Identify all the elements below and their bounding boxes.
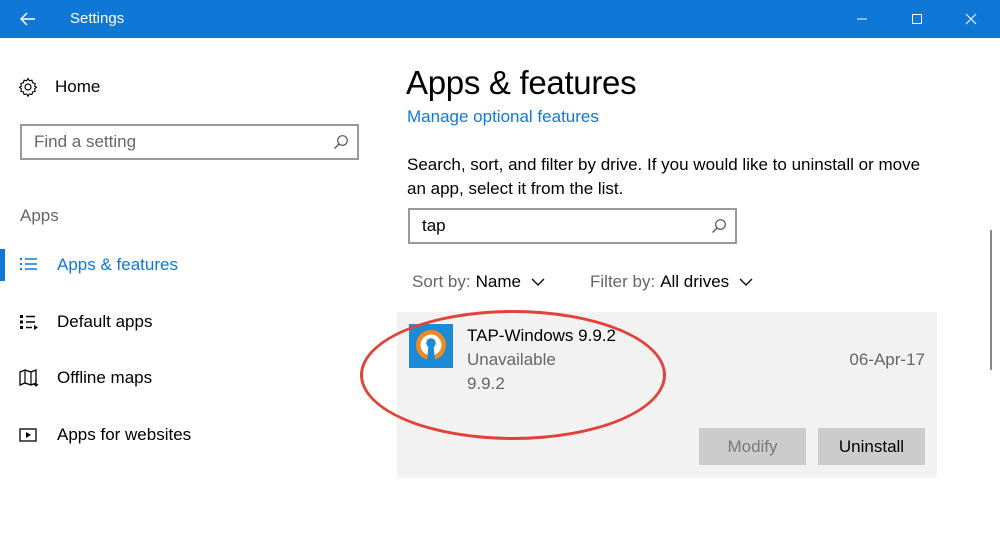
modify-button: Modify [699, 428, 806, 465]
app-install-date: 06-Apr-17 [849, 350, 925, 369]
back-button[interactable] [0, 0, 55, 38]
keyhole-icon [409, 324, 453, 368]
search-icon[interactable] [711, 218, 727, 234]
openvpn-app-icon [409, 324, 453, 368]
uninstall-button[interactable]: Uninstall [818, 428, 925, 465]
minimize-icon [857, 18, 867, 20]
sidebar-item-label: Apps & features [57, 255, 178, 274]
settings-search-box [20, 124, 359, 160]
back-arrow-icon [19, 12, 35, 26]
maximize-button[interactable] [890, 0, 944, 38]
filter-label: Filter by: [590, 272, 656, 291]
scrollbar[interactable] [990, 230, 992, 370]
manage-optional-features-link[interactable]: Manage optional features [407, 107, 599, 127]
sort-label: Sort by: [412, 272, 471, 291]
page-title: Apps & features [406, 64, 637, 101]
nav-home-label: Home [55, 77, 101, 96]
sidebar-item-offline-maps[interactable]: Offline maps [0, 358, 380, 398]
app-version: 9.9.2 [467, 374, 505, 393]
filter-dropdown[interactable]: Filter by: All drives [590, 272, 753, 292]
sort-dropdown[interactable]: Sort by: Name [412, 272, 545, 292]
active-indicator [0, 249, 5, 281]
window-title: Settings [70, 10, 125, 27]
settings-search-input[interactable] [22, 126, 312, 158]
sidebar-item-label: Offline maps [57, 368, 153, 387]
default-apps-icon [20, 315, 38, 330]
close-button[interactable] [944, 0, 998, 38]
title-bar: Settings [0, 0, 1000, 38]
search-icon[interactable] [333, 134, 349, 150]
maximize-icon [912, 14, 922, 24]
nav-home[interactable]: Home [18, 74, 100, 100]
app-search-input[interactable] [410, 210, 690, 242]
sidebar-item-apps-for-websites[interactable]: Apps for websites [0, 415, 380, 455]
sidebar-item-apps-features[interactable]: Apps & features [0, 245, 380, 285]
minimize-button[interactable] [835, 0, 889, 38]
app-list-item[interactable]: TAP-Windows 9.9.2 Unavailable 9.9.2 06-A… [397, 312, 937, 478]
list-icon [20, 258, 37, 270]
close-icon [965, 13, 977, 25]
sidebar-item-default-apps[interactable]: Default apps [0, 302, 380, 342]
chevron-down-icon [739, 278, 753, 286]
page-description: Search, sort, and filter by drive. If yo… [407, 155, 921, 198]
website-icon [19, 428, 37, 442]
sidebar-section-label: Apps [20, 206, 59, 225]
app-status: Unavailable [467, 350, 556, 369]
map-icon [19, 369, 39, 387]
app-search-box [408, 208, 737, 244]
sidebar-item-label: Default apps [57, 312, 153, 331]
gear-icon [18, 77, 38, 97]
sort-value: Name [475, 272, 521, 291]
sidebar-item-label: Apps for websites [57, 425, 192, 444]
chevron-down-icon [531, 278, 545, 286]
filter-value: All drives [660, 272, 730, 291]
app-name: TAP-Windows 9.9.2 [467, 326, 616, 345]
